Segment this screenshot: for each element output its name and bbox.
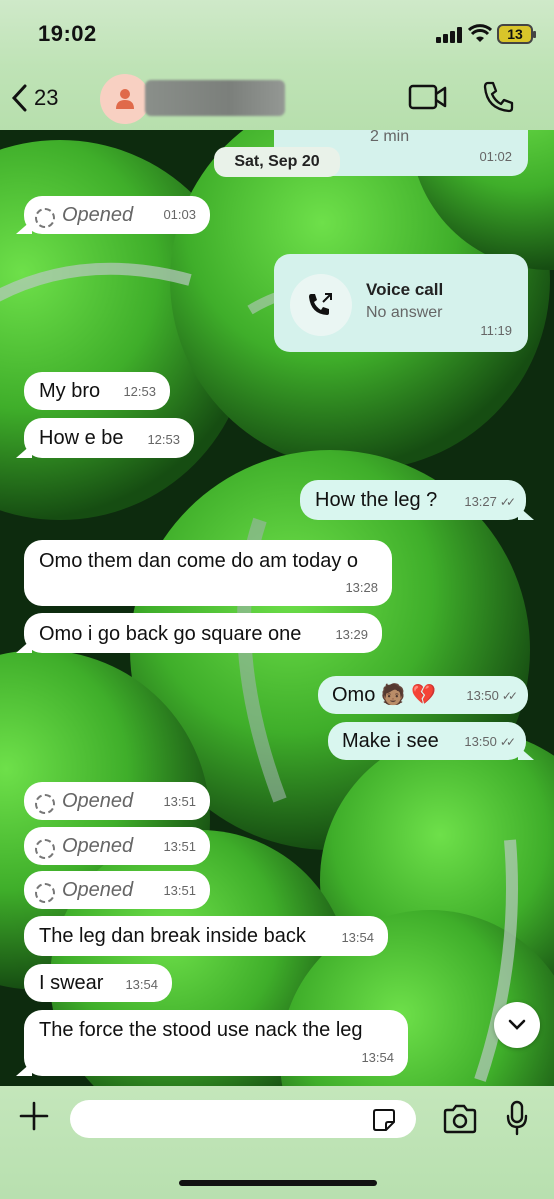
- opened-message[interactable]: Opened 13:51: [24, 871, 210, 909]
- chevron-down-icon: [508, 1019, 526, 1030]
- message-time: 13:54: [341, 930, 374, 945]
- incoming-message[interactable]: Omo i go back go square one 13:29: [24, 613, 382, 653]
- message-text: The leg dan break inside back: [39, 925, 306, 947]
- message-text: Opened: [62, 790, 134, 812]
- message-time: 13:54: [361, 1050, 394, 1065]
- read-receipt-icon: ✓✓: [499, 735, 516, 749]
- message-time: 13:50 ✓✓: [464, 730, 516, 754]
- message-time: 01:02: [479, 149, 512, 164]
- wifi-icon: [468, 24, 492, 42]
- back-button[interactable]: 23: [10, 78, 58, 118]
- outgoing-message[interactable]: How the leg ? 13:27 ✓✓: [300, 480, 526, 520]
- outgoing-message[interactable]: Omo 🧑🏽 💔 13:50 ✓✓: [318, 676, 528, 714]
- message-text: How the leg ?: [315, 489, 438, 511]
- message-time: 12:53: [147, 432, 180, 447]
- outgoing-message[interactable]: Make i see 13:50 ✓✓: [328, 722, 526, 760]
- incoming-message[interactable]: I swear 13:54: [24, 964, 172, 1002]
- microphone-icon[interactable]: [505, 1100, 529, 1136]
- camera-icon[interactable]: [442, 1104, 478, 1134]
- call-title: Voice call: [366, 280, 444, 299]
- message-text: The force the stood use nack the leg: [39, 1019, 363, 1041]
- message-time: 13:51: [163, 883, 196, 898]
- call-icon-circle: [290, 274, 352, 336]
- signal-icon: [436, 27, 464, 43]
- message-input[interactable]: [70, 1100, 416, 1138]
- incoming-message[interactable]: My bro 12:53: [24, 372, 170, 410]
- opened-message[interactable]: Opened 01:03: [24, 196, 210, 234]
- clock: 19:02: [38, 21, 97, 46]
- message-text: Opened: [62, 879, 134, 901]
- call-status: No answer: [366, 304, 443, 321]
- view-once-icon: [35, 839, 55, 859]
- message-text: How e be: [39, 427, 124, 449]
- message-text: Omo i go back go square one: [39, 623, 302, 645]
- contact-avatar-icon: [116, 89, 134, 109]
- message-time: 13:51: [163, 794, 196, 809]
- read-receipt-icon: ✓✓: [499, 495, 516, 509]
- message-text: Omo them dan come do am today o: [39, 550, 359, 572]
- view-once-icon: [35, 208, 55, 228]
- video-call-icon[interactable]: [408, 80, 448, 114]
- incoming-message[interactable]: The leg dan break inside back 13:54: [24, 916, 388, 956]
- home-indicator: [179, 1180, 377, 1186]
- view-once-icon: [35, 883, 55, 903]
- message-time: 13:28: [345, 580, 378, 595]
- message-text: I swear: [39, 972, 104, 994]
- date-divider: Sat, Sep 20: [214, 147, 340, 177]
- message-time: 13:50 ✓✓: [466, 684, 518, 708]
- phone-icon[interactable]: [482, 80, 514, 114]
- opened-message[interactable]: Opened 13:51: [24, 782, 210, 820]
- read-receipt-icon: ✓✓: [501, 689, 518, 703]
- message-time: 13:27 ✓✓: [464, 490, 516, 514]
- message-text: Opened: [62, 835, 134, 857]
- battery-indicator: 13: [497, 24, 536, 44]
- message-time: 13:29: [335, 627, 368, 642]
- unread-count: 23: [34, 85, 59, 110]
- contact-avatar[interactable]: [100, 74, 150, 124]
- message-time: 13:54: [125, 977, 158, 992]
- outgoing-call-icon: [309, 293, 332, 315]
- message-text: Omo 🧑🏽 💔: [332, 684, 437, 706]
- view-once-icon: [35, 794, 55, 814]
- incoming-message[interactable]: The force the stood use nack the leg 13:…: [24, 1010, 408, 1076]
- opened-message[interactable]: Opened 13:51: [24, 827, 210, 865]
- message-time: 01:03: [163, 207, 196, 222]
- message-text: Make i see: [342, 730, 439, 752]
- voice-call-card[interactable]: Voice call No answer 11:19: [274, 254, 528, 352]
- call-duration: 2 min: [370, 128, 410, 145]
- message-text: My bro: [39, 380, 101, 402]
- incoming-message[interactable]: How e be 12:53: [24, 418, 194, 458]
- chat-header: 23: [0, 66, 554, 130]
- contact-name-redacted[interactable]: [145, 80, 285, 116]
- composer-bar: [0, 1086, 554, 1199]
- message-time: 11:19: [480, 323, 512, 338]
- incoming-message[interactable]: Omo them dan come do am today o 13:28: [24, 540, 392, 606]
- message-time: 13:51: [163, 839, 196, 854]
- message-list[interactable]: 2 min 01:02 Sat, Sep 20 Opened 01:03 Voi…: [0, 0, 554, 1199]
- message-text: Opened: [62, 204, 134, 226]
- back-chevron-icon: [11, 84, 27, 112]
- sticker-icon[interactable]: [372, 1108, 396, 1132]
- message-time: 12:53: [123, 384, 156, 399]
- status-bar: 19:02 13: [0, 0, 554, 66]
- plus-icon[interactable]: [18, 1100, 50, 1132]
- scroll-to-bottom-button[interactable]: [494, 1002, 540, 1048]
